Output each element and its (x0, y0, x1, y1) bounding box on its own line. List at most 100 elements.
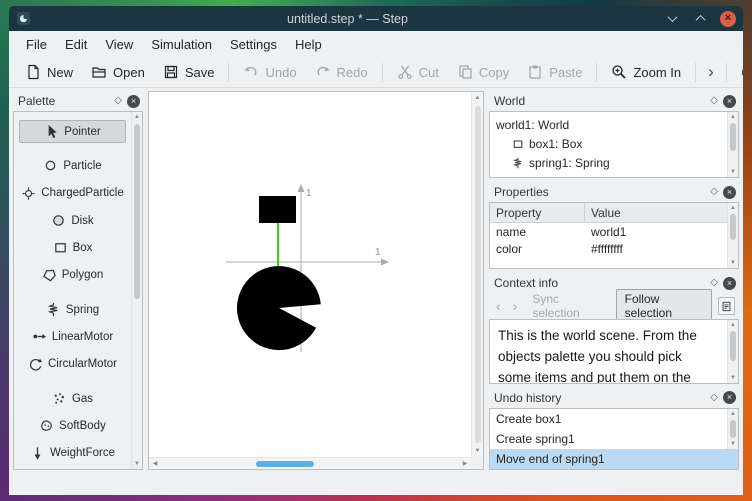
close-panel-button[interactable]: × (723, 391, 736, 405)
maximize-button[interactable] (692, 11, 708, 27)
undo-item-move-end-of-spring1[interactable]: Move end of spring1 (490, 448, 738, 469)
scroll-left-icon[interactable]: ◀ (149, 458, 161, 470)
toolbar-overflow-button[interactable]: › (702, 62, 720, 82)
palette-item-spring[interactable]: Spring (19, 298, 126, 321)
float-panel-icon[interactable]: ◇ (710, 392, 718, 403)
palette-item-disk[interactable]: Disk (19, 209, 126, 232)
float-panel-icon[interactable]: ◇ (114, 96, 122, 106)
scroll-down-icon[interactable]: ▼ (472, 445, 484, 457)
tree-item-box1[interactable]: box1: Box (490, 134, 738, 153)
undo-button[interactable]: Undo (235, 60, 304, 84)
scroll-up-icon[interactable]: ▲ (730, 409, 736, 419)
context-scrollbar[interactable]: ▲ ▼ (727, 320, 738, 383)
pointer-icon (48, 125, 57, 139)
world-scrollbar[interactable]: ▲ ▼ (727, 112, 738, 178)
palette-item-polygon[interactable]: Polygon (19, 264, 126, 287)
scroll-down-icon[interactable]: ▼ (730, 258, 736, 268)
scroll-up-icon[interactable]: ▲ (730, 320, 736, 330)
simulate-play-icon (741, 68, 743, 76)
close-panel-button[interactable]: × (127, 94, 140, 108)
cut-icon (398, 65, 412, 79)
close-panel-button[interactable]: × (723, 94, 736, 108)
scroll-down-icon[interactable]: ▼ (730, 373, 736, 383)
canvas-horizontal-scrollbar[interactable]: ◀ ▶ (149, 457, 471, 469)
zoom-in-button[interactable]: Zoom In (603, 60, 689, 84)
sync-selection-button[interactable]: Sync selection (526, 290, 609, 322)
titlebar[interactable]: untitled.step * — Step × (9, 6, 743, 31)
scroll-up-icon[interactable]: ▲ (472, 92, 484, 104)
paste-button[interactable]: Paste (519, 60, 590, 84)
palette-item-gas[interactable]: Gas (19, 387, 126, 410)
scroll-up-icon[interactable]: ▲ (730, 112, 736, 122)
disk-object[interactable] (236, 266, 321, 351)
simulate-button[interactable]: Simulate (733, 60, 743, 85)
palette-scrollbar[interactable]: ▲ ▼ (131, 112, 142, 469)
undo-scrollbar[interactable]: ▲ ▼ (727, 408, 738, 449)
chevron-down-icon (667, 12, 677, 23)
column-header-property[interactable]: Property (490, 203, 585, 223)
palette-item-box[interactable]: Box (19, 236, 126, 259)
table-header-row: Property Value (490, 203, 738, 224)
new-button[interactable]: New (17, 60, 81, 84)
forward-button[interactable]: › (510, 299, 521, 313)
redo-icon (317, 66, 330, 76)
tree-item-spring1[interactable]: spring1: Spring (490, 153, 738, 172)
undo-item-create-box1[interactable]: Create box1 (490, 409, 726, 429)
copy-button[interactable]: Copy (449, 60, 517, 84)
scroll-down-icon[interactable]: ▼ (730, 439, 736, 449)
palette-item-linearmotor[interactable]: LinearMotor (19, 325, 126, 348)
palette-item-softbody[interactable]: SoftBody (19, 414, 126, 437)
open-button[interactable]: Open (83, 60, 153, 84)
panel-title: Undo history (494, 390, 562, 405)
box1-object[interactable] (259, 196, 296, 223)
scrollbar-thumb[interactable] (134, 124, 140, 299)
follow-selection-button[interactable]: Follow selection (615, 289, 713, 324)
close-button[interactable]: × (720, 10, 736, 27)
float-panel-icon[interactable]: ◇ (710, 96, 718, 106)
scrollbar-thumb[interactable] (256, 461, 314, 467)
scrollbar-thumb[interactable] (730, 331, 736, 362)
tree-item-world1[interactable]: world1: World (490, 115, 738, 134)
table-row[interactable]: name world1 (490, 223, 738, 240)
table-row[interactable]: color #ffffffff (490, 240, 738, 257)
panel-title: Context info (494, 276, 559, 291)
canvas-vertical-scrollbar[interactable]: ▲ ▼ (471, 92, 483, 457)
menu-simulation[interactable]: Simulation (142, 34, 221, 55)
menu-file[interactable]: File (17, 34, 56, 55)
close-panel-button[interactable]: × (723, 276, 736, 290)
undo-item-create-spring1[interactable]: Create spring1 (490, 429, 726, 449)
save-button[interactable]: Save (155, 60, 223, 84)
minimize-button[interactable] (664, 11, 680, 27)
paste-icon (529, 65, 541, 79)
palette-item-circularmotor[interactable]: CircularMotor (19, 353, 126, 376)
palette-item-weightforce[interactable]: WeightForce (19, 442, 126, 465)
menu-view[interactable]: View (96, 34, 142, 55)
canvas[interactable]: 1 1 ▲ ▼ ◀ ▶ (148, 91, 484, 470)
scrollbar-thumb[interactable] (730, 123, 736, 151)
back-button[interactable]: ‹ (493, 299, 504, 313)
scrollbar-corner (471, 457, 483, 469)
properties-scrollbar[interactable]: ▲ ▼ (727, 203, 738, 269)
palette-item-pointer[interactable]: Pointer (19, 120, 126, 144)
scrollbar-thumb[interactable] (730, 214, 736, 241)
float-panel-icon[interactable]: ◇ (710, 278, 718, 288)
scroll-right-icon[interactable]: ▶ (459, 458, 471, 470)
scroll-up-icon[interactable]: ▲ (730, 203, 736, 213)
scroll-down-icon[interactable]: ▼ (134, 459, 140, 469)
scroll-up-icon[interactable]: ▲ (134, 112, 140, 122)
menu-settings[interactable]: Settings (221, 34, 286, 55)
float-panel-icon[interactable]: ◇ (710, 187, 718, 197)
scrollbar-thumb[interactable] (730, 419, 736, 438)
redo-button[interactable]: Redo (307, 60, 376, 84)
document-icon (722, 301, 731, 311)
menu-help[interactable]: Help (286, 34, 331, 55)
scroll-down-icon[interactable]: ▼ (730, 167, 736, 177)
close-panel-button[interactable]: × (723, 185, 736, 199)
palette-item-chargedparticle[interactable]: ChargedParticle (19, 182, 126, 205)
cut-button[interactable]: Cut (389, 60, 447, 84)
context-doc-button[interactable] (718, 297, 735, 316)
menu-edit[interactable]: Edit (56, 34, 96, 55)
column-header-value[interactable]: Value (585, 203, 738, 222)
palette-item-particle[interactable]: Particle (19, 154, 126, 177)
scrollbar-thumb[interactable] (475, 106, 481, 443)
